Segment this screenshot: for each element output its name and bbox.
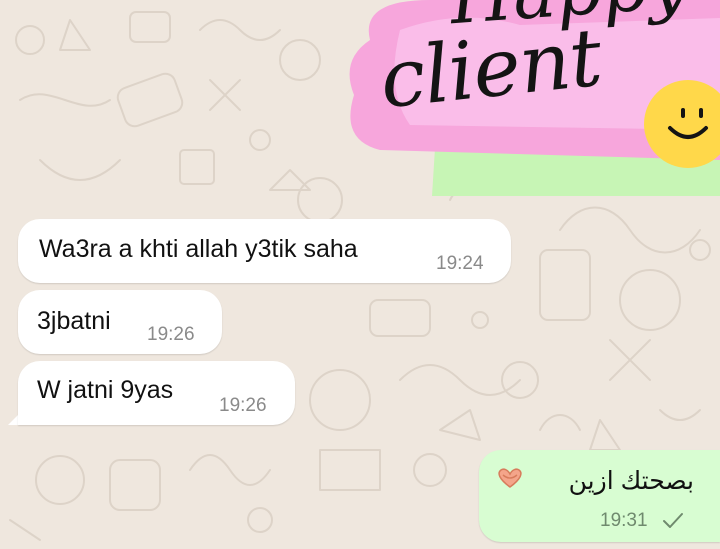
heart-hands-icon <box>498 468 522 488</box>
outgoing-message[interactable]: بصحتك ازين 19:31 <box>479 450 720 542</box>
happy-client-sticker[interactable]: Happy client <box>340 0 720 200</box>
message-time: 19:31 <box>600 510 648 531</box>
incoming-message[interactable]: 3jbatni 19:26 <box>18 290 222 354</box>
message-time: 19:24 <box>436 253 484 274</box>
sent-check-icon <box>663 513 683 528</box>
message-time: 19:26 <box>219 395 267 416</box>
incoming-message[interactable]: Wa3ra a khti allah y3tik saha 19:24 <box>18 219 511 283</box>
message-text: Wa3ra a khti allah y3tik saha <box>39 235 358 263</box>
message-text: بصحتك ازين <box>568 467 694 495</box>
message-text: W jatni 9yas <box>37 376 174 404</box>
message-time: 19:26 <box>147 324 195 345</box>
incoming-message[interactable]: W jatni 9yas 19:26 <box>18 361 295 425</box>
message-text: 3jbatni <box>37 307 111 335</box>
